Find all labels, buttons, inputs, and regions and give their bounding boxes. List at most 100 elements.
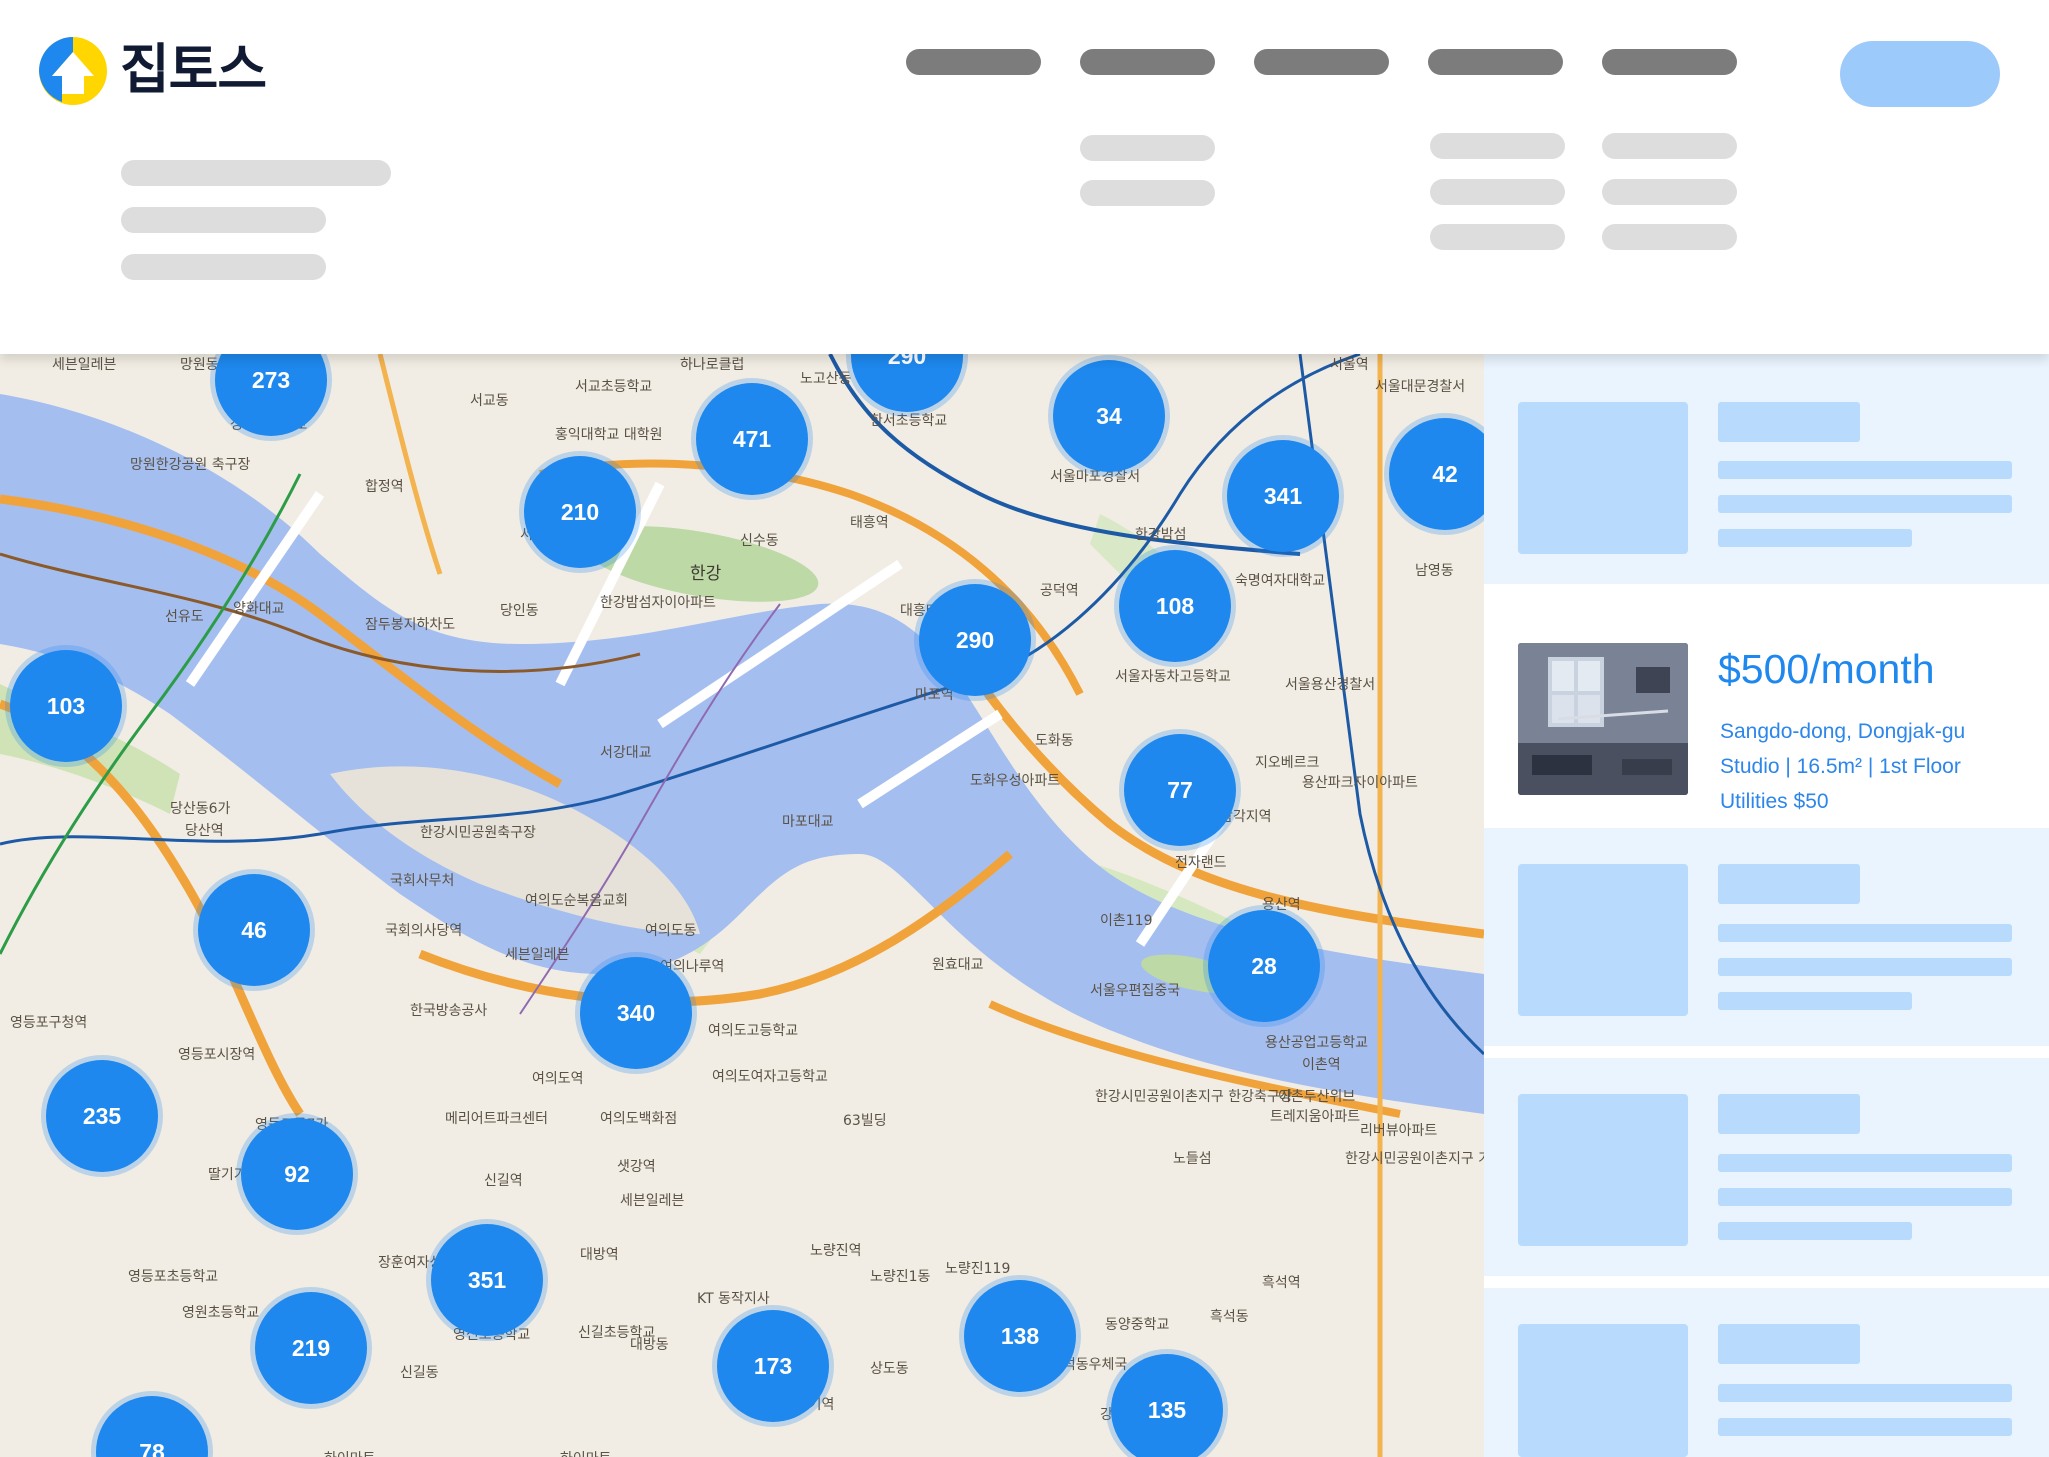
- listing-cluster-marker[interactable]: 341: [1227, 440, 1339, 552]
- top-navigation-header: 집토스: [0, 0, 2049, 354]
- listing-price: $500/month: [1718, 646, 1935, 692]
- listing-cluster-marker[interactable]: 235: [46, 1060, 158, 1172]
- listing-thumbnail-placeholder: [1518, 864, 1688, 1016]
- featured-listing-card[interactable]: $500/month Sangdo-dong, Dongjak-gu Studi…: [1484, 586, 2049, 813]
- map-place-label: 남영동: [1415, 563, 1454, 579]
- listing-line-placeholder: [1718, 924, 2012, 942]
- listing-title-placeholder: [1718, 864, 1860, 904]
- header-text-placeholder-1: [121, 160, 391, 186]
- map-place-label: 원효대교: [932, 957, 984, 973]
- listing-line-placeholder: [1718, 1418, 2012, 1436]
- header-text-placeholder-2: [121, 207, 326, 233]
- map-place-label: 한강시민공원이촌지구 한강축구장: [1095, 1089, 1293, 1105]
- map-place-label: 홍익대학교 대학원: [555, 427, 663, 443]
- map-place-label: 여의도순복음교회: [525, 893, 629, 909]
- listing-cluster-marker[interactable]: 46: [198, 874, 310, 986]
- listing-line-placeholder: [1718, 992, 1912, 1010]
- map-place-label: 흑석동: [1210, 1309, 1249, 1325]
- house-logo-icon: [39, 37, 107, 105]
- listing-cluster-marker[interactable]: 219: [255, 1292, 367, 1404]
- listing-cluster-marker[interactable]: 340: [580, 957, 692, 1069]
- map-place-label: 여의도동: [645, 923, 697, 939]
- listing-cluster-marker[interactable]: 135: [1111, 1354, 1223, 1457]
- room-photo-icon: [1518, 643, 1688, 795]
- map-place-label: 서울역: [1330, 357, 1369, 373]
- map-place-label: 합정역: [365, 479, 404, 495]
- listing-card-placeholder-3[interactable]: [1484, 1058, 2049, 1276]
- listing-thumbnail-placeholder: [1518, 402, 1688, 554]
- map-place-label: 태흥역: [850, 515, 889, 531]
- map-place-label: 도화우성아파트: [970, 773, 1061, 789]
- listing-title-placeholder: [1718, 1094, 1860, 1134]
- map-place-label: 여의도고등학교: [708, 1023, 799, 1039]
- listing-cluster-marker[interactable]: 77: [1124, 734, 1236, 846]
- map-place-label: 용산파크자이아파트: [1302, 775, 1418, 791]
- listing-cluster-marker[interactable]: 173: [717, 1310, 829, 1422]
- map-place-label: 당인동: [500, 603, 539, 619]
- listing-cluster-marker[interactable]: 351: [431, 1224, 543, 1336]
- brand-logo[interactable]: 집토스: [38, 36, 298, 106]
- map-place-label: 트레지움아파트: [1270, 1109, 1361, 1125]
- listing-cluster-marker[interactable]: 108: [1119, 550, 1231, 662]
- map-place-label: 신길동: [400, 1365, 439, 1381]
- map-place-label: 이촌역: [1302, 1057, 1341, 1073]
- map-place-label: 하나로클럽: [680, 357, 745, 373]
- map-place-label: 대방동: [630, 1337, 669, 1353]
- nav-4-subitem-2[interactable]: [1430, 179, 1565, 205]
- map-place-label: 63빌딩: [843, 1113, 887, 1129]
- listing-card-placeholder-1[interactable]: [1484, 354, 2049, 584]
- brand-wordmark: 집토스: [120, 38, 267, 101]
- listing-card-placeholder-2[interactable]: [1484, 828, 2049, 1046]
- nav-5-subitem-1[interactable]: [1602, 133, 1737, 159]
- map-place-label: 당산역: [185, 823, 224, 839]
- listing-line-placeholder: [1718, 529, 1912, 547]
- listing-cluster-marker[interactable]: 28: [1208, 910, 1320, 1022]
- map-place-label: 신수동: [740, 533, 779, 549]
- nav-5-subitem-2[interactable]: [1602, 179, 1737, 205]
- map-place-label: 한강밤섬자이아파트: [600, 595, 716, 611]
- nav-2-subitem-1[interactable]: [1080, 135, 1215, 161]
- listing-line-placeholder: [1718, 1222, 1912, 1240]
- river-island-label: 한강: [690, 564, 722, 584]
- listing-cluster-marker[interactable]: 103: [10, 650, 122, 762]
- map-place-label: 양화대교: [233, 601, 285, 617]
- nav-item-5[interactable]: [1602, 49, 1737, 75]
- nav-item-2[interactable]: [1080, 49, 1215, 75]
- map-place-label: 하이마트: [324, 1448, 376, 1457]
- listing-title-placeholder: [1718, 402, 1860, 442]
- nav-item-4[interactable]: [1428, 49, 1563, 75]
- nav-5-subitem-3[interactable]: [1602, 224, 1737, 250]
- map-place-label: 잠두봉지하차도: [365, 617, 456, 633]
- listing-location: Sangdo-dong, Dongjak-gu: [1720, 720, 1966, 743]
- map-place-label: 세븐일레븐: [620, 1193, 685, 1209]
- map-place-label: 메리어트파크센터: [445, 1111, 549, 1127]
- map-place-label: 이촌119: [1100, 913, 1153, 929]
- listing-cluster-marker[interactable]: 290: [919, 584, 1031, 696]
- listing-card-placeholder-4[interactable]: [1484, 1288, 2049, 1457]
- map-place-label: 서울우편집중국: [1090, 983, 1181, 999]
- listing-panel[interactable]: $500/month Sangdo-dong, Dongjak-gu Studi…: [1484, 354, 2049, 1457]
- map-place-label: 전자랜드: [1175, 855, 1227, 871]
- nav-4-subitem-1[interactable]: [1430, 133, 1565, 159]
- cta-button[interactable]: [1840, 41, 2000, 107]
- listing-cluster-marker[interactable]: 92: [241, 1118, 353, 1230]
- listing-cluster-marker[interactable]: 210: [524, 456, 636, 568]
- map-place-label: 당산동6가: [170, 801, 231, 817]
- nav-item-1[interactable]: [906, 49, 1041, 75]
- nav-2-subitem-2[interactable]: [1080, 180, 1215, 206]
- listing-cluster-marker[interactable]: 138: [964, 1280, 1076, 1392]
- map-place-label: 리버뷰아파트: [1360, 1123, 1438, 1139]
- map-place-label: KT 동작지사: [697, 1291, 770, 1307]
- map-place-label: 한강밤섬: [1135, 527, 1187, 543]
- map-place-label: 세븐일레븐: [52, 357, 117, 373]
- map-place-label: 도화동: [1035, 733, 1074, 749]
- map-place-label: 노량진119: [945, 1261, 1011, 1277]
- nav-4-subitem-3[interactable]: [1430, 224, 1565, 250]
- listing-title-placeholder: [1718, 1324, 1860, 1364]
- nav-item-3[interactable]: [1254, 49, 1389, 75]
- listing-cluster-marker[interactable]: 471: [696, 383, 808, 495]
- listing-cluster-marker[interactable]: 34: [1053, 360, 1165, 472]
- map-view[interactable]: 세븐일레븐 망원동 서교동 서교초등학교 하나로클럽 노고산동 한서초등학교 서울역 서울대문경…: [0, 354, 1484, 1457]
- map-place-label: 망원한강공원 축구장: [130, 457, 251, 473]
- map-place-label: 망원동: [180, 357, 219, 373]
